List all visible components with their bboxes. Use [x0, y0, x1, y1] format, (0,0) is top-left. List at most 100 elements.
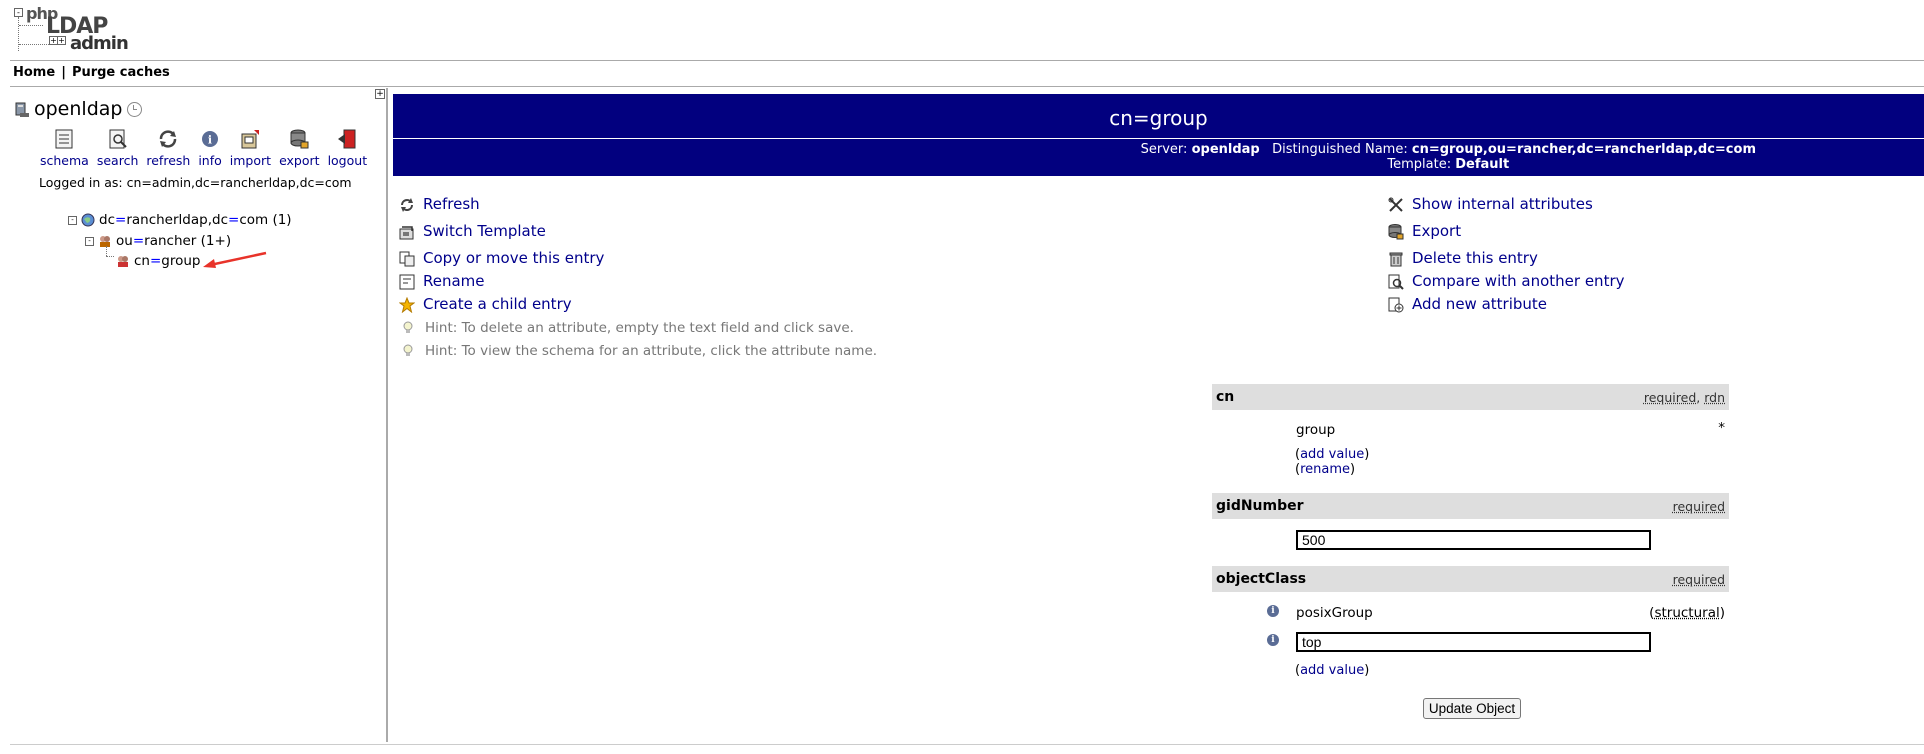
- server-value: openldap: [1191, 142, 1260, 157]
- template-value: Default: [1455, 157, 1510, 172]
- required-flag: required: [1672, 499, 1725, 514]
- tree-cn-value[interactable]: group: [161, 253, 200, 269]
- server-name[interactable]: openldap: [34, 98, 122, 120]
- header-divider: [10, 60, 1924, 61]
- server-label: Server:: [1140, 142, 1188, 157]
- info-link[interactable]: i info: [198, 128, 222, 168]
- required-flag: required: [1643, 390, 1697, 405]
- tree-root-count: (1): [272, 212, 292, 228]
- server-heading[interactable]: openldap: [14, 98, 143, 120]
- refresh-link[interactable]: refresh: [146, 128, 190, 168]
- rename-link[interactable]: rename: [1300, 462, 1350, 477]
- objectclass-input[interactable]: [1296, 632, 1651, 652]
- home-link[interactable]: Home: [13, 65, 55, 80]
- template-label: Template:: [1387, 157, 1452, 172]
- export-action[interactable]: Export: [1388, 222, 1461, 240]
- group-icon: [118, 256, 128, 267]
- show-internal-label[interactable]: Show internal attributes: [1412, 195, 1593, 213]
- structural-note: (structural): [1649, 605, 1725, 621]
- import-link-label[interactable]: import: [230, 153, 271, 168]
- tree-ou-attr[interactable]: ou: [116, 233, 133, 249]
- export-label[interactable]: Export: [1412, 222, 1461, 240]
- expand-pane-icon[interactable]: +: [375, 89, 385, 99]
- tree-ou-value[interactable]: rancher: [144, 233, 196, 249]
- add-attribute-icon: [1388, 297, 1404, 312]
- info-icon[interactable]: i: [1267, 605, 1279, 617]
- refresh-link-label[interactable]: refresh: [146, 153, 190, 168]
- create-child-label[interactable]: Create a child entry: [423, 295, 572, 313]
- logout-link-label[interactable]: logout: [328, 153, 368, 168]
- attribute-header-cn: cn required, rdn: [1212, 384, 1729, 410]
- attribute-name-objectclass[interactable]: objectClass: [1216, 571, 1306, 587]
- attribute-name-cn[interactable]: cn: [1216, 389, 1234, 405]
- attribute-header-objectclass: objectClass required: [1212, 566, 1729, 592]
- compare-entry-action[interactable]: Compare with another entry: [1388, 272, 1625, 290]
- attribute-name-gidnumber[interactable]: gidNumber: [1216, 498, 1304, 514]
- add-value-link[interactable]: add value: [1300, 447, 1364, 462]
- tree-ou-count: (1+): [200, 233, 232, 249]
- rdn-flag: rdn: [1704, 390, 1725, 405]
- show-internal-attributes-action[interactable]: Show internal attributes: [1388, 195, 1593, 213]
- export-link-label[interactable]: export: [279, 153, 320, 168]
- lightbulb-icon: [403, 321, 413, 333]
- add-value-link[interactable]: add value: [1300, 663, 1364, 678]
- search-link[interactable]: search: [97, 128, 139, 168]
- tree-root-node[interactable]: - dc=rancherldap,dc=com (1): [68, 212, 292, 228]
- star-icon: [399, 296, 415, 313]
- tree-root-value2[interactable]: com: [239, 212, 268, 228]
- refresh-action[interactable]: Refresh: [399, 195, 480, 213]
- schema-link[interactable]: schema: [40, 128, 89, 168]
- info-icon[interactable]: i: [1267, 634, 1279, 646]
- switch-template-label[interactable]: Switch Template: [423, 222, 546, 240]
- entry-title: cn=group: [1109, 106, 1208, 130]
- export-icon: [290, 129, 309, 149]
- copy-move-label[interactable]: Copy or move this entry: [423, 249, 604, 267]
- add-attribute-label[interactable]: Add new attribute: [1412, 295, 1547, 313]
- tree-connector: [106, 256, 114, 257]
- import-link[interactable]: import: [230, 128, 271, 168]
- title-divider: [393, 138, 1924, 139]
- schema-link-label[interactable]: schema: [40, 153, 89, 168]
- dn-value: cn=group,ou=rancher,dc=rancherldap,dc=co…: [1411, 142, 1756, 157]
- rename-action[interactable]: Rename: [399, 272, 485, 290]
- compare-icon: [1388, 274, 1404, 290]
- add-attribute-action[interactable]: Add new attribute: [1388, 295, 1547, 313]
- server-icon: [15, 102, 29, 117]
- export-link[interactable]: export: [279, 128, 320, 168]
- attribute-flags-cn: required, rdn: [1644, 390, 1725, 405]
- add-value-objectclass: (add value): [1295, 663, 1370, 678]
- tree-root-attr[interactable]: dc: [99, 212, 115, 228]
- delete-entry-label[interactable]: Delete this entry: [1412, 249, 1538, 267]
- entry-title-bar: cn=group Server: openldap Distinguished …: [393, 94, 1924, 176]
- collapse-icon[interactable]: -: [68, 215, 77, 225]
- info-link-label[interactable]: info: [198, 153, 221, 168]
- create-child-action[interactable]: Create a child entry: [399, 295, 572, 313]
- structural-label: structural: [1654, 605, 1720, 621]
- purge-caches-link[interactable]: Purge caches: [72, 65, 170, 80]
- rdn-marker: *: [1718, 420, 1725, 436]
- tree-root-value[interactable]: rancherldap: [126, 212, 207, 228]
- delete-entry-action[interactable]: Delete this entry: [1388, 249, 1538, 267]
- refresh-action-label[interactable]: Refresh: [423, 195, 480, 213]
- update-object-button[interactable]: Update Object: [1423, 698, 1521, 719]
- globe-icon: [81, 213, 95, 227]
- tree-root-attr2[interactable]: dc: [212, 212, 228, 228]
- hint-delete: Hint: To delete an attribute, empty the …: [401, 320, 854, 336]
- gidnumber-input[interactable]: [1296, 530, 1651, 550]
- import-icon: [241, 130, 260, 149]
- rename-label[interactable]: Rename: [423, 272, 485, 290]
- tree-expand-icon: +: [57, 36, 66, 45]
- logout-link[interactable]: logout: [328, 128, 368, 168]
- compare-entry-label[interactable]: Compare with another entry: [1412, 272, 1625, 290]
- copy-move-action[interactable]: Copy or move this entry: [399, 249, 604, 267]
- top-menu: Home | Purge caches: [13, 65, 170, 80]
- attribute-header-gidnumber: gidNumber required: [1212, 493, 1729, 519]
- switch-template-action[interactable]: Switch Template: [399, 222, 546, 240]
- hint-schema: Hint: To view the schema for an attribut…: [401, 343, 877, 359]
- server-quick-links: schema search refresh i info import expo…: [40, 128, 375, 168]
- tree-cn-node[interactable]: cn=group: [116, 253, 201, 269]
- logo-admin-text: admin: [70, 33, 129, 54]
- search-link-label[interactable]: search: [97, 153, 139, 168]
- tree-cn-attr[interactable]: cn: [134, 253, 150, 269]
- collapse-icon[interactable]: -: [85, 236, 94, 246]
